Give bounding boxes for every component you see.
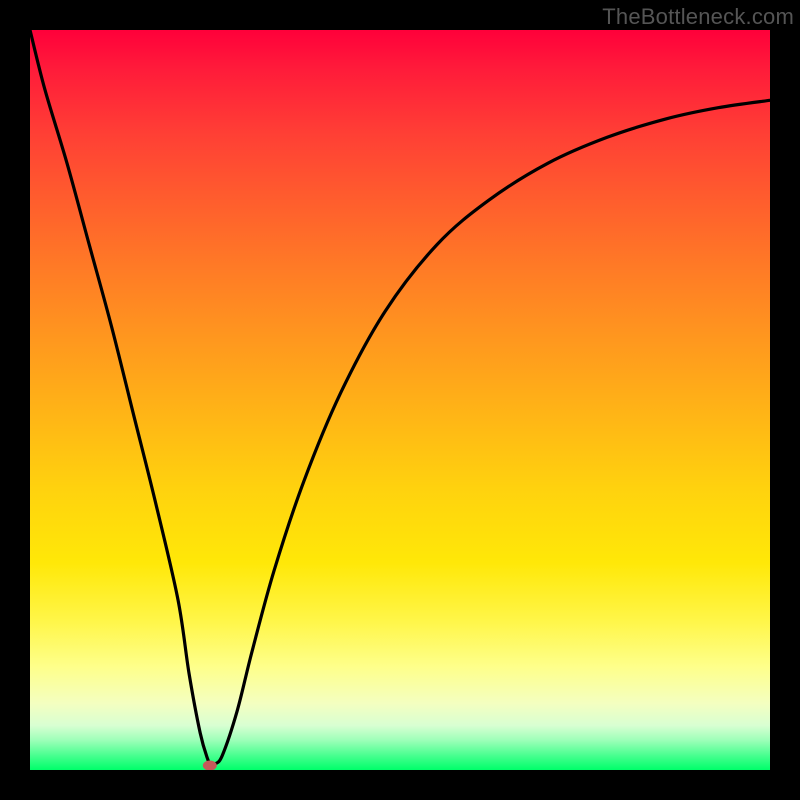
- optimal-point-marker: [203, 761, 217, 770]
- bottleneck-curve: [30, 30, 770, 766]
- chart-container: TheBottleneck.com: [0, 0, 800, 800]
- watermark-text: TheBottleneck.com: [602, 4, 794, 30]
- chart-svg: [30, 30, 770, 770]
- plot-area: [30, 30, 770, 770]
